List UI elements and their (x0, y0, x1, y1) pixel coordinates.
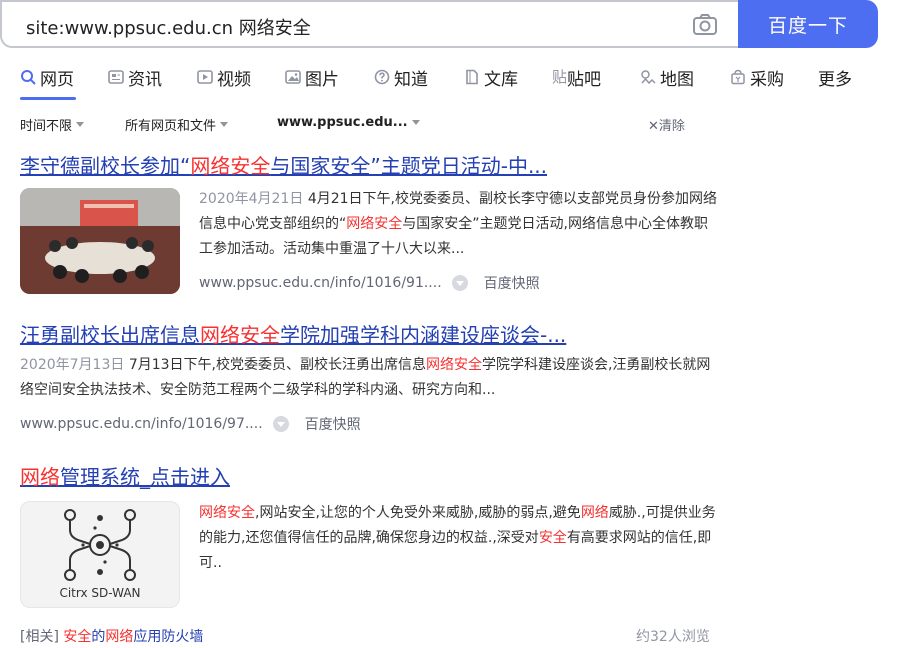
tab-label: 网页 (40, 69, 74, 90)
news-icon (108, 70, 124, 84)
related-text: 应用防火墙 (133, 629, 204, 645)
tab-wenku[interactable]: 文库 (464, 64, 518, 90)
title-text: 李守德副校长参加“ (20, 154, 191, 178)
tab-label: 知道 (394, 69, 428, 90)
result-meta: www.ppsuc.edu.cn/info/1016/97.... 百度快照 (20, 414, 361, 434)
map-icon (641, 70, 656, 85)
abstract-highlight: 安全 (538, 530, 567, 546)
abstract-highlight: 网络安全 (199, 505, 255, 521)
time-filter-label: 时间不限 (20, 119, 73, 134)
tab-purchase[interactable]: 采购 (730, 64, 784, 90)
result-url[interactable]: www.ppsuc.edu.cn/info/1016/97.... (20, 416, 263, 432)
tab-more[interactable]: 更多 (818, 64, 852, 90)
result-thumbnail[interactable]: Citrx SD-WAN (20, 501, 180, 608)
related-link[interactable]: 安全的网络应用防火墙 (63, 629, 203, 645)
result-title[interactable]: 汪勇副校长出席信息网络安全学院加强学科内涵建设座谈会-... (20, 319, 566, 348)
result-abstract: 网络安全,网站安全,让您的个人免受外来威胁,威胁的弱点,避免网络威胁.,可提供业… (199, 501, 721, 576)
search-icon (21, 70, 36, 85)
title-highlight: 网络安全 (190, 154, 271, 178)
result-title[interactable]: 李守德副校长参加“网络安全与国家安全”主题党日活动-中... (20, 150, 547, 179)
result-abstract: 2020年7月13日 7月13日下午,校党委委员、副校长汪勇出席信息网络安全学院… (20, 353, 720, 403)
abstract-highlight: 网络安全 (346, 216, 403, 232)
clear-filters-button[interactable]: ✕清除 (648, 115, 685, 134)
related-links: [相关] 安全的网络应用防火墙 (20, 626, 203, 646)
related-highlight: 网络 (105, 629, 134, 645)
site-filter-label: www.ppsuc.edu... (277, 115, 408, 130)
result-date: 2020年4月21日 (199, 191, 304, 207)
result-title[interactable]: 网络管理系统_点击进入 (20, 461, 230, 490)
abstract-highlight: 网络安全 (425, 357, 482, 373)
question-icon (374, 69, 390, 85)
search-box[interactable]: site:www.ppsuc.edu.cn 网络安全 (0, 0, 738, 48)
tab-label: 视频 (217, 69, 251, 90)
title-text: 汪勇副校长出席信息 (20, 323, 200, 347)
dropdown-icon[interactable] (272, 416, 289, 432)
caret-down-icon (220, 122, 229, 127)
site-filter[interactable]: www.ppsuc.edu... (277, 115, 420, 130)
time-filter[interactable]: 时间不限 (20, 115, 85, 134)
tab-zhidao[interactable]: 知道 (374, 64, 428, 90)
abstract-text: ,网站安全,让您的个人免受外来威胁,威胁的弱点,避免 (255, 505, 581, 521)
doc-icon (466, 69, 478, 85)
video-icon (197, 70, 213, 84)
caret-down-icon (411, 120, 420, 125)
tab-label: 采购 (750, 69, 784, 90)
result-thumbnail[interactable] (20, 188, 180, 294)
snapshot-link[interactable]: 百度快照 (305, 414, 361, 434)
title-text: 管理系统_点击进入 (60, 465, 230, 489)
shop-icon (731, 69, 745, 85)
title-text: 学院加强学科内涵建设座谈会-... (280, 323, 567, 347)
image-icon (285, 70, 301, 84)
title-highlight: 网络 (20, 465, 60, 489)
tab-label: 贴吧 (567, 69, 602, 90)
tab-video[interactable]: 视频 (197, 64, 251, 90)
tab-web[interactable]: 网页 (20, 64, 74, 90)
tab-label: 图片 (305, 69, 339, 90)
caret-down-icon (76, 122, 85, 127)
view-count: 约32人浏览 (636, 629, 710, 645)
related-text: 的 (91, 629, 106, 645)
dropdown-icon[interactable] (451, 275, 468, 291)
thumbnail-caption: Citrx SD-WAN (59, 586, 141, 600)
type-filter[interactable]: 所有网页和文件 (125, 115, 229, 134)
result-date: 2020年7月13日 (20, 357, 125, 373)
tab-label: 地图 (660, 69, 694, 90)
snapshot-link[interactable]: 百度快照 (484, 273, 540, 293)
close-icon: ✕ (648, 119, 659, 134)
camera-icon[interactable] (692, 13, 718, 37)
title-text: 与国家安全”主题党日活动-中... (270, 154, 548, 178)
tab-label: 资讯 (128, 69, 162, 90)
network-diagram-icon (64, 509, 136, 581)
tab-label: 文库 (484, 69, 518, 90)
tab-map[interactable]: 地图 (640, 64, 694, 90)
search-button[interactable]: 百度一下 (738, 0, 878, 48)
tab-images[interactable]: 图片 (285, 64, 339, 90)
related-label: [相关] (20, 629, 59, 645)
clear-label: 清除 (658, 119, 685, 134)
result-abstract: 2020年4月21日 4月21日下午,校党委委员、副校长李守德以支部党员身份参加… (199, 187, 721, 262)
search-input[interactable]: site:www.ppsuc.edu.cn 网络安全 (26, 14, 311, 40)
tab-tieba[interactable]: 贴 贴吧 (552, 64, 601, 90)
tab-news[interactable]: 资讯 (108, 64, 162, 90)
result-url[interactable]: www.ppsuc.edu.cn/info/1016/91.... (199, 275, 442, 291)
abstract-highlight: 网络 (580, 505, 609, 521)
title-highlight: 网络安全 (200, 323, 280, 347)
tieba-icon: 贴 (552, 68, 568, 86)
tab-label: 更多 (818, 69, 852, 90)
abstract-text: 7月13日下午,校党委委员、副校长汪勇出席信息 (128, 357, 426, 373)
active-tab-indicator (20, 97, 76, 100)
type-filter-label: 所有网页和文件 (125, 119, 217, 134)
related-highlight: 安全 (63, 629, 92, 645)
result-meta: www.ppsuc.edu.cn/info/1016/91.... 百度快照 (199, 273, 540, 293)
